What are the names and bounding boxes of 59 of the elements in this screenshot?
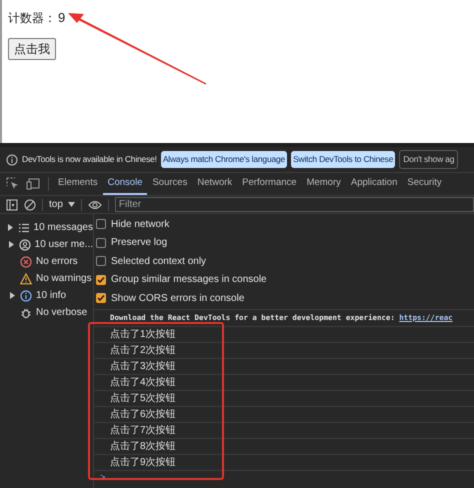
warning-icon: [20, 272, 32, 284]
user-icon: [18, 238, 31, 250]
counter-label: 计数器：: [8, 10, 56, 27]
console-message: 点击了2次按钮: [110, 344, 176, 358]
sidebar-toggle-icon[interactable]: [6, 198, 18, 210]
sidebar-item[interactable]: No verbose: [0, 304, 93, 321]
setting-checkbox[interactable]: Selected context only: [94, 252, 474, 270]
checkbox[interactable]: [96, 293, 106, 304]
device-icon[interactable]: [26, 177, 40, 191]
inspect-icon[interactable]: [6, 177, 20, 191]
sidebar-item[interactable]: 10 info: [0, 287, 93, 304]
devtools-tab[interactable]: Application: [346, 173, 402, 195]
setting-checkbox[interactable]: Hide network: [94, 215, 474, 234]
devtools-tab[interactable]: Network: [192, 173, 238, 195]
devtools-tab[interactable]: Security: [402, 173, 447, 195]
devtools-tab[interactable]: Elements: [53, 173, 103, 195]
checkbox[interactable]: [96, 256, 106, 266]
info-icon: [6, 154, 18, 166]
devtools-tab[interactable]: Memory: [302, 173, 346, 195]
clear-icon[interactable]: [24, 198, 36, 210]
dismiss-button[interactable]: Don't show ag: [399, 150, 458, 169]
context-dropdown[interactable]: top: [49, 197, 75, 212]
console-message: 点击了6次按钮: [110, 408, 176, 422]
devtools-tab[interactable]: Performance: [237, 173, 302, 195]
eye-icon[interactable]: [88, 200, 102, 210]
console-message: 点击了5次按钮: [110, 392, 176, 406]
setting-checkbox[interactable]: Preserve log: [94, 234, 474, 252]
counter-value: 9: [58, 9, 66, 27]
banner-message: DevTools is now available in Chinese!: [22, 153, 157, 166]
checkbox[interactable]: [96, 238, 106, 248]
caret-icon: [68, 202, 75, 207]
setting-checkbox[interactable]: Show CORS errors in console: [94, 289, 474, 308]
sidebar-item[interactable]: No errors: [0, 253, 93, 270]
expand-arrow-icon[interactable]: [8, 224, 14, 231]
sidebar-item[interactable]: 10 messages: [0, 219, 93, 236]
sidebar-item[interactable]: No warnings: [0, 270, 93, 287]
console-message: 点击了9次按钮: [110, 456, 176, 470]
console-message: 点击了4次按钮: [110, 376, 176, 390]
bug-icon: [20, 306, 32, 318]
expand-arrow-icon[interactable]: [10, 292, 14, 299]
console-message: 点击了7次按钮: [110, 424, 176, 438]
console-message: 点击了8次按钮: [110, 440, 176, 454]
sidebar-item[interactable]: 10 user me...: [0, 236, 93, 253]
checkbox[interactable]: [96, 219, 106, 230]
filter-field[interactable]: Filter: [114, 197, 474, 212]
error-icon: [20, 256, 32, 268]
setting-checkbox[interactable]: Group similar messages in console: [94, 270, 474, 289]
checkmark-icon: [97, 294, 105, 302]
list-icon: [18, 222, 30, 234]
console-message: 点击了1次按钮: [110, 328, 176, 342]
devtools-tab[interactable]: Sources: [147, 173, 192, 195]
banner-button[interactable]: Switch DevTools to Chinese: [291, 151, 396, 168]
click-button[interactable]: 点击我: [8, 38, 56, 60]
banner-button[interactable]: Always match Chrome's language: [160, 151, 288, 168]
expand-arrow-icon[interactable]: [8, 241, 14, 248]
info-icon: [20, 290, 32, 302]
checkbox[interactable]: [96, 274, 106, 285]
checkmark-icon: [97, 276, 105, 284]
console-message: 点击了3次按钮: [110, 360, 176, 374]
